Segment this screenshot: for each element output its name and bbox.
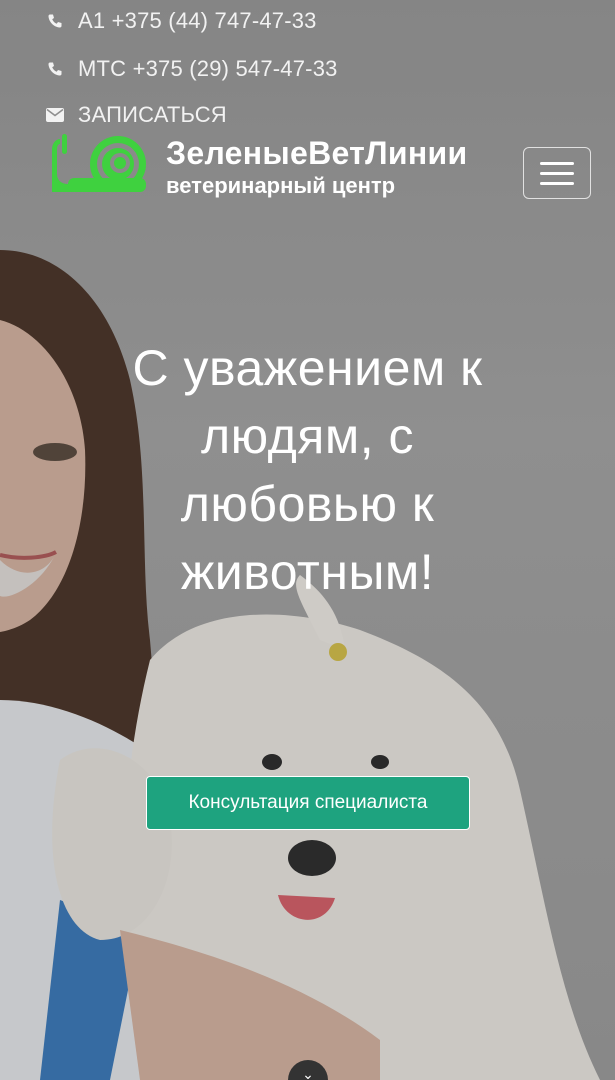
contact-phone-a1[interactable]: A1 +375 (44) 747-47-33 (46, 8, 317, 34)
appointment-link-text: ЗАПИСАТЬСЯ (78, 102, 227, 127)
phone-icon (46, 60, 64, 78)
phone-icon (46, 12, 64, 30)
brand-title: ЗеленыеВетЛинии (166, 134, 468, 171)
snail-logo-icon (48, 130, 148, 203)
contact-phone-mts[interactable]: МТС +375 (29) 547-47-33 (46, 56, 338, 82)
brand-subtitle: ветеринарный центр (166, 172, 396, 198)
chevron-down-icon: ⌄ (302, 1066, 314, 1080)
contact-phone-mts-text: МТС +375 (29) 547-47-33 (78, 56, 338, 81)
contact-phone-a1-text: A1 +375 (44) 747-47-33 (78, 8, 317, 33)
hamburger-menu-button[interactable] (523, 147, 591, 199)
hamburger-menu-icon (540, 161, 574, 165)
appointment-link[interactable]: ЗАПИСАТЬСЯ (46, 102, 227, 128)
brand-logo[interactable]: ЗеленыеВетЛинии ветеринарный центр (48, 130, 467, 203)
hero-headline: С уважением к людям, с любовью к животны… (132, 339, 483, 600)
envelope-icon (46, 106, 64, 124)
consultation-button[interactable]: Консультация специалиста (146, 776, 470, 830)
